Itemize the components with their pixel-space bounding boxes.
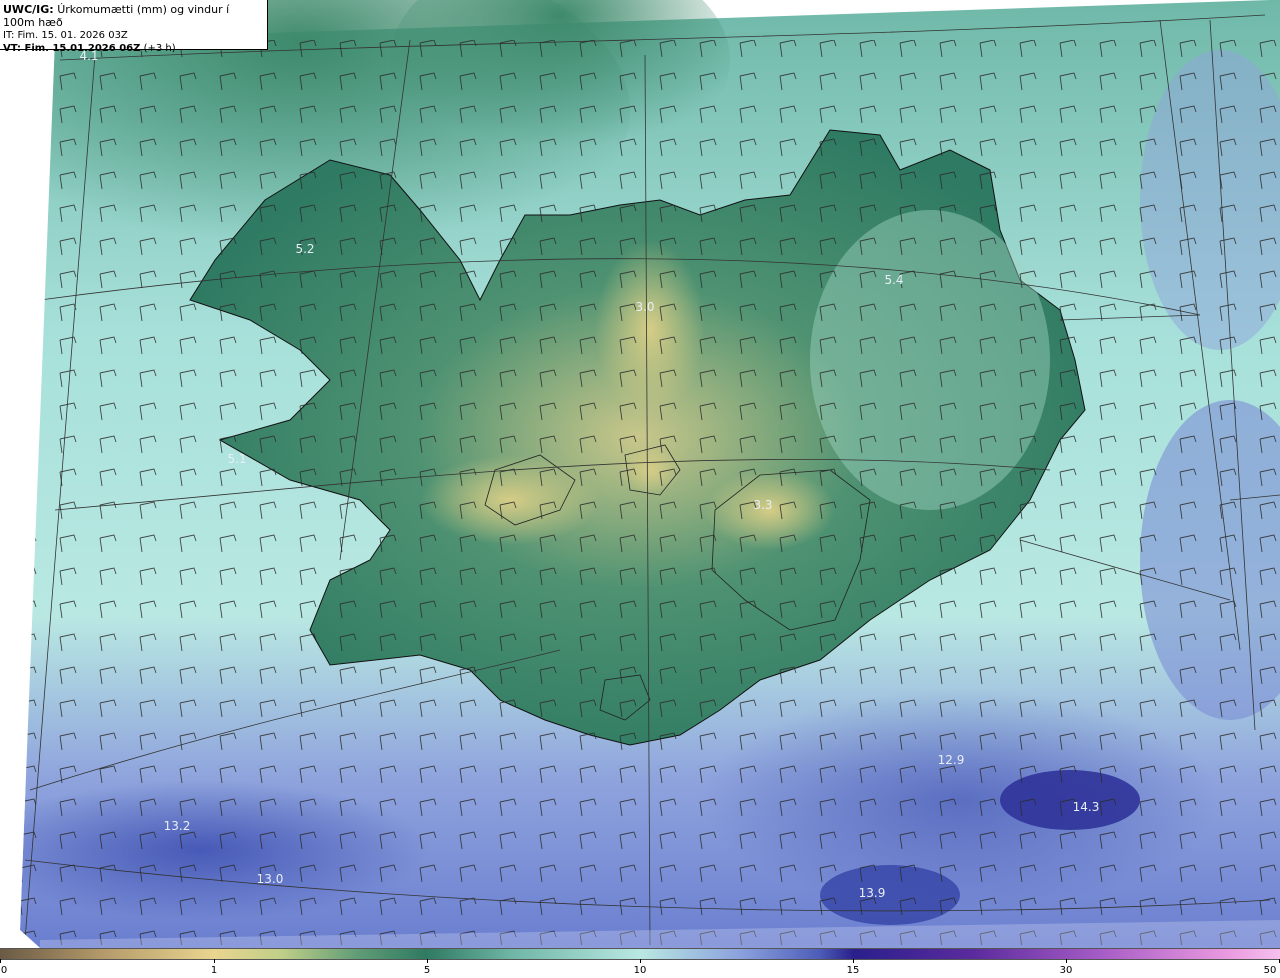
value-label: 3.0 bbox=[635, 300, 654, 314]
colorbar-tick: 30 bbox=[1059, 965, 1073, 976]
value-label: 12.9 bbox=[938, 753, 965, 767]
init-time: IT: Fim. 15. 01. 2026 03Z bbox=[3, 30, 128, 41]
value-label: 5.4 bbox=[884, 273, 903, 287]
valid-time-row: VT: Fim. 15.01.2026 06Z (+3 h) bbox=[3, 42, 264, 55]
value-label: 13.2 bbox=[164, 819, 191, 833]
product-code: UWC/IG: bbox=[3, 3, 54, 16]
map-info-box: UWC/IG: Úrkomumætti (mm) og vindur í 100… bbox=[0, 0, 268, 54]
value-label: 3.3 bbox=[753, 498, 772, 512]
value-label: 13.0 bbox=[257, 872, 284, 886]
value-label: 14.3 bbox=[1073, 800, 1100, 814]
title-row: UWC/IG: Úrkomumætti (mm) og vindur í 100… bbox=[3, 3, 264, 29]
valid-time-offset: (+3 h) bbox=[143, 43, 176, 54]
colorbar-tick: 1 bbox=[210, 965, 218, 976]
colorbar-tick: 15 bbox=[846, 965, 860, 976]
colorbar-tick: 50 bbox=[1263, 965, 1277, 976]
colorbar-tick: 0 bbox=[0, 965, 8, 976]
value-label: 5.2 bbox=[295, 242, 314, 256]
valid-time: VT: Fim. 15.01.2026 06Z bbox=[3, 43, 141, 54]
value-label: 13.9 bbox=[859, 886, 886, 900]
precip-colorbar: 0 1 5 10 15 30 50 bbox=[0, 948, 1280, 978]
map-canvas: 4.1 5.2 5.4 3.0 5.1 3.3 12.9 14.3 13.2 1… bbox=[0, 0, 1280, 948]
value-label: 5.1 bbox=[227, 452, 246, 466]
colorbar-tick: 5 bbox=[423, 965, 431, 976]
colorbar-tick: 10 bbox=[633, 965, 647, 976]
precipitation-map[interactable]: 4.1 5.2 5.4 3.0 5.1 3.3 12.9 14.3 13.2 1… bbox=[0, 0, 1280, 948]
